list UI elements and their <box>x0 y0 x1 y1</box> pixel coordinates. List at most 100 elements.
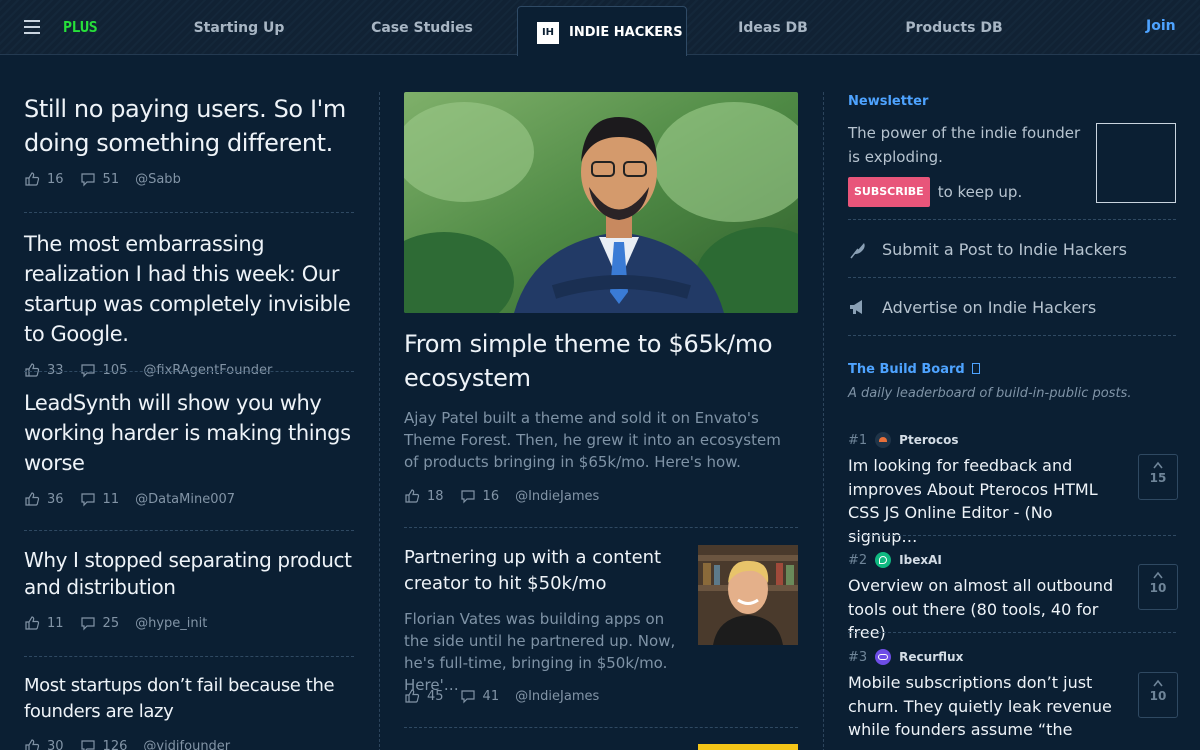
external-link-icon <box>972 363 981 374</box>
submit-post-link[interactable]: Submit a Post to Indie Hackers <box>848 236 1127 262</box>
post-meta: 36 11 @DataMine007 <box>24 489 356 509</box>
post-thumbnail[interactable] <box>698 744 798 750</box>
divider <box>848 632 1176 633</box>
advertise-label: Advertise on Indie Hackers <box>882 297 1097 317</box>
board-product-name[interactable]: IbexAI <box>899 553 942 567</box>
post-title[interactable]: Why I stopped separating product and dis… <box>24 547 356 601</box>
newsletter-cta: SUBSCRIBE to keep up. <box>848 177 1022 207</box>
comment-icon <box>80 617 95 631</box>
nav-case-studies[interactable]: Case Studies <box>362 0 482 55</box>
featured-description: Ajay Patel built a theme and sold it on … <box>404 409 781 471</box>
post-item[interactable]: LeadSynth will show you why working hard… <box>24 388 356 509</box>
comment-icon <box>80 493 95 507</box>
thumbs-up-icon <box>25 363 40 377</box>
divider <box>848 335 1176 336</box>
divider <box>24 530 354 531</box>
subscribe-suffix: to keep up. <box>937 183 1023 201</box>
comment-icon <box>80 740 95 750</box>
post-author[interactable]: @Sabb <box>135 172 181 187</box>
newsletter-image <box>1096 123 1176 203</box>
post-title[interactable]: Partnering up with a content creator to … <box>404 545 684 597</box>
post-item[interactable]: Most startups don’t fail because the fou… <box>24 673 356 750</box>
like-count: 11 <box>47 615 64 631</box>
divider <box>848 219 1176 220</box>
thumbs-up-icon <box>25 492 40 506</box>
top-navigation-bar: PLUS Starting Up Case Studies IH INDIE H… <box>0 0 1200 56</box>
post-author[interactable]: @IndieJames <box>515 489 599 504</box>
comment-icon <box>460 690 475 704</box>
upvote-count: 10 <box>1149 581 1167 595</box>
comment-count: 105 <box>102 362 128 378</box>
post-title[interactable]: Most startups don’t fail because the fou… <box>24 673 356 725</box>
post-title[interactable]: Still no paying users. So I'm doing some… <box>24 92 356 160</box>
post-author[interactable]: @IndieJames <box>515 689 599 704</box>
menu-icon[interactable] <box>24 20 40 34</box>
featured-image[interactable] <box>404 92 798 313</box>
newsletter-label: Newsletter <box>848 94 929 109</box>
board-product-name[interactable]: Recurflux <box>899 650 963 664</box>
join-link[interactable]: Join <box>1146 18 1176 34</box>
brand-label: INDIE HACKERS <box>569 25 683 40</box>
nav-products-db[interactable]: Products DB <box>894 0 1014 55</box>
build-board-item[interactable]: #1 Pterocos Im looking for feedback and … <box>848 430 1178 546</box>
build-board-title[interactable]: The Build Board <box>848 362 981 377</box>
post-item[interactable]: Why I stopped separating product and dis… <box>24 547 356 633</box>
comment-count: 126 <box>102 738 128 750</box>
upvote-button[interactable]: 15 <box>1138 454 1178 500</box>
comment-icon <box>80 173 95 187</box>
thumbs-up-icon <box>25 172 40 186</box>
ibexai-logo-icon <box>875 552 892 568</box>
upvote-count: 10 <box>1149 689 1167 703</box>
feather-icon <box>850 243 865 259</box>
advertise-link[interactable]: Advertise on Indie Hackers <box>848 294 1096 320</box>
post-item[interactable]: Still no paying users. So I'm doing some… <box>24 92 356 189</box>
build-board-item[interactable]: #2 IbexAI Overview on almost all outboun… <box>848 550 1178 642</box>
post-item[interactable]: The most embarrassing realization I had … <box>24 229 356 380</box>
upvote-button[interactable]: 10 <box>1138 672 1178 718</box>
post-author[interactable]: @fixRAgentFounder <box>143 363 272 378</box>
divider <box>24 656 354 657</box>
board-item-title[interactable]: Overview on almost all outbound tools ou… <box>848 574 1123 645</box>
comment-count: 41 <box>482 688 500 704</box>
board-rank: #2 <box>848 552 868 568</box>
thumbs-up-icon <box>405 689 420 703</box>
featured-title[interactable]: From simple theme to $65k/mo ecosystem <box>404 327 798 395</box>
post-meta: 16 51 @Sabb <box>24 169 356 189</box>
thumbs-up-icon <box>25 739 40 750</box>
column-divider <box>823 92 824 750</box>
subscribe-button[interactable]: SUBSCRIBE <box>848 177 930 207</box>
divider <box>404 527 798 528</box>
build-board-label: The Build Board <box>848 362 965 377</box>
board-rank: #3 <box>848 649 868 665</box>
comment-icon <box>460 490 475 504</box>
pterocos-logo-icon <box>875 432 892 448</box>
post-meta: 11 25 @hype_init <box>24 613 356 633</box>
build-board-subtitle: A daily leaderboard of build-in-public p… <box>848 386 1132 401</box>
nav-ideas-db[interactable]: Ideas DB <box>713 0 833 55</box>
board-item-header: #2 IbexAI <box>848 550 1178 570</box>
recurflux-logo-icon <box>875 649 892 665</box>
board-item-title[interactable]: Im looking for feedback and improves Abo… <box>848 454 1123 548</box>
divider <box>24 212 354 213</box>
post-thumbnail[interactable] <box>698 545 798 645</box>
plus-link[interactable]: PLUS <box>63 18 98 36</box>
column-divider <box>379 92 380 750</box>
indie-hackers-logo: IH <box>537 22 559 44</box>
submit-post-label: Submit a Post to Indie Hackers <box>882 239 1127 259</box>
post-title[interactable]: The most embarrassing realization I had … <box>24 229 356 349</box>
post-description: Florian Vates was building apps on the s… <box>404 610 676 694</box>
thumbs-up-icon <box>25 616 40 630</box>
nav-indie-hackers-home[interactable]: IH INDIE HACKERS <box>517 6 687 56</box>
board-rank: #1 <box>848 432 868 448</box>
upvote-arrow-icon <box>1153 461 1163 469</box>
post-author[interactable]: @DataMine007 <box>135 492 235 507</box>
board-item-title[interactable]: Mobile subscriptions don’t just churn. T… <box>848 671 1123 750</box>
post-title[interactable]: LeadSynth will show you why working hard… <box>24 388 356 478</box>
post-author[interactable]: @vidifounder <box>143 739 230 750</box>
build-board-item[interactable]: #3 Recurflux Mobile subscriptions don’t … <box>848 647 1178 750</box>
nav-starting-up[interactable]: Starting Up <box>179 0 299 55</box>
upvote-button[interactable]: 10 <box>1138 564 1178 610</box>
comment-count: 11 <box>102 491 120 507</box>
post-author[interactable]: @hype_init <box>135 616 207 631</box>
board-product-name[interactable]: Pterocos <box>899 433 958 447</box>
